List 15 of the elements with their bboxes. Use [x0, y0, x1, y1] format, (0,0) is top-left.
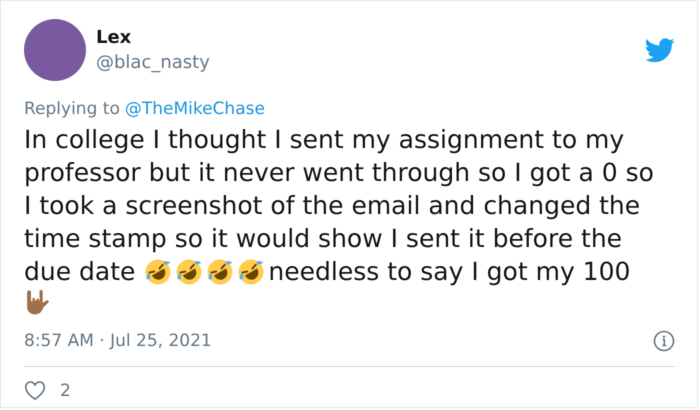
info-icon[interactable] — [653, 330, 675, 352]
rolling-laughing-emoji-icon — [175, 258, 204, 286]
rolling-laughing-emoji-icon — [144, 258, 172, 286]
author-handle: @blac_nasty — [96, 52, 211, 73]
bird-logo-icon — [645, 38, 675, 62]
tweet-text: needless to say I got my 100 — [268, 256, 630, 288]
rolling-laughing-emoji-icon — [237, 258, 266, 286]
rolling-laughing-emoji-icon — [206, 258, 234, 286]
tweet-text: due date — [24, 256, 136, 288]
author-name: Lex — [96, 27, 132, 48]
heart-icon[interactable] — [24, 381, 46, 401]
replying-to-label: Replying to — [24, 99, 120, 119]
like-count: 2 — [60, 381, 71, 401]
reply-handle-link[interactable]: @TheMikeChase — [124, 99, 265, 119]
tweet-timestamp[interactable]: 8:57 AM · Jul 25, 2021 — [24, 331, 212, 351]
